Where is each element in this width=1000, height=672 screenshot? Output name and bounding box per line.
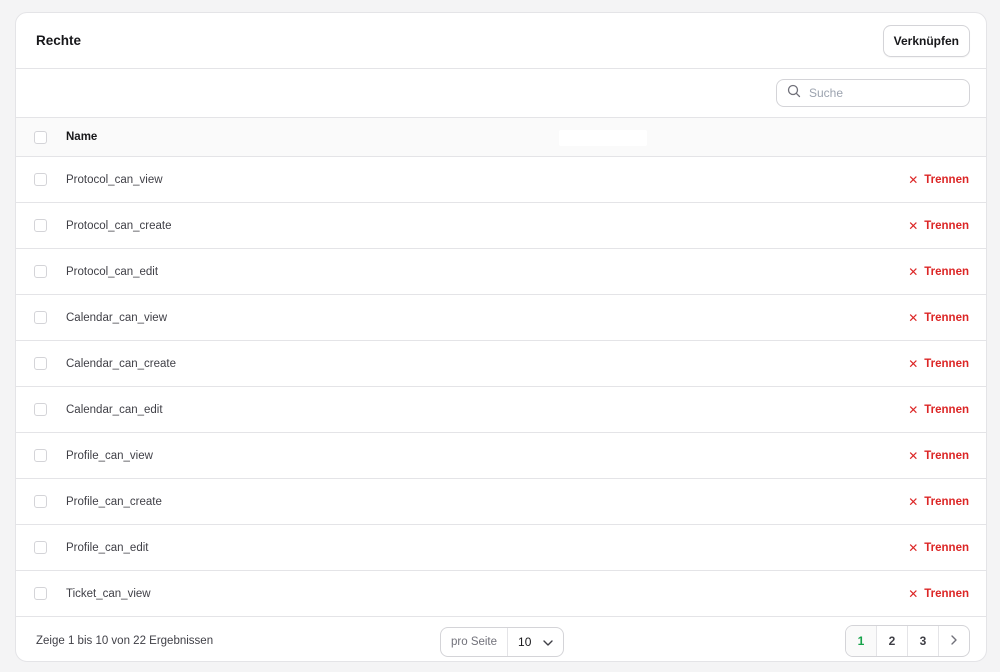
detach-button[interactable]: ✕ Trennen	[908, 541, 969, 555]
table-row[interactable]: Calendar_can_create ✕ Trennen	[16, 341, 986, 387]
search-icon	[787, 84, 801, 103]
chevron-right-icon	[951, 634, 957, 648]
table-row[interactable]: Profile_can_edit ✕ Trennen	[16, 525, 986, 571]
close-icon: ✕	[908, 402, 919, 417]
page-button-3[interactable]: 3	[908, 626, 939, 656]
pagination: 123	[845, 625, 970, 657]
chevron-down-icon	[543, 635, 554, 649]
table-body: Protocol_can_view ✕ Trennen Protocol_can_cr…	[16, 157, 986, 617]
close-icon: ✕	[908, 540, 919, 555]
detach-button[interactable]: ✕ Trennen	[908, 219, 969, 233]
table-header: Name	[16, 118, 986, 157]
close-icon: ✕	[908, 218, 919, 233]
select-all-checkbox[interactable]	[34, 130, 47, 144]
attach-button[interactable]: Verknüpfen	[882, 24, 970, 57]
table-row[interactable]: Profile_can_create ✕ Trennen	[16, 479, 986, 525]
detach-label: Trennen	[924, 495, 969, 508]
table-row[interactable]: Profile_can_view ✕ Trennen	[16, 433, 986, 479]
table-row[interactable]: Calendar_can_edit ✕ Trennen	[16, 387, 986, 433]
per-page-label: pro Seite	[441, 628, 509, 656]
close-icon: ✕	[908, 586, 919, 601]
row-name: Calendar_can_create	[66, 357, 176, 370]
table-row[interactable]: Protocol_can_create ✕ Trennen	[16, 203, 986, 249]
permissions-card: Rechte Verknüpfen Name Protocol_can_view…	[15, 12, 987, 662]
row-name: Profile_can_view	[66, 449, 153, 462]
detach-button[interactable]: ✕ Trennen	[908, 357, 969, 371]
close-icon: ✕	[908, 356, 919, 371]
row-checkbox[interactable]	[34, 173, 47, 186]
detach-label: Trennen	[924, 219, 969, 232]
detach-button[interactable]: ✕ Trennen	[908, 495, 969, 509]
column-header-name[interactable]: Name	[66, 131, 97, 143]
row-name: Calendar_can_view	[66, 311, 168, 324]
search-input[interactable]	[809, 86, 959, 100]
close-icon: ✕	[908, 310, 919, 325]
row-checkbox[interactable]	[34, 541, 47, 554]
row-name: Profile_can_edit	[66, 541, 149, 554]
close-icon: ✕	[908, 448, 919, 463]
detach-button[interactable]: ✕ Trennen	[908, 265, 969, 279]
results-summary: Zeige 1 bis 10 von 22 Ergebnissen	[36, 635, 214, 647]
row-checkbox[interactable]	[34, 357, 47, 370]
detach-label: Trennen	[924, 173, 969, 186]
detach-label: Trennen	[924, 449, 969, 462]
detach-label: Trennen	[924, 587, 969, 600]
search-box[interactable]	[776, 79, 970, 107]
detach-button[interactable]: ✕ Trennen	[908, 449, 969, 463]
row-name: Profile_can_create	[66, 495, 162, 508]
page-button-1[interactable]: 1	[846, 626, 877, 656]
detach-label: Trennen	[924, 403, 969, 416]
table-row[interactable]: Calendar_can_view ✕ Trennen	[16, 295, 986, 341]
card-title: Rechte	[36, 33, 82, 48]
card-header: Rechte Verknüpfen	[16, 13, 986, 69]
row-checkbox[interactable]	[34, 449, 47, 462]
row-checkbox[interactable]	[34, 219, 47, 232]
table-row[interactable]: Protocol_can_edit ✕ Trennen	[16, 249, 986, 295]
row-name: Protocol_can_view	[66, 173, 163, 186]
next-page-button[interactable]	[939, 626, 969, 656]
per-page-select[interactable]: 10	[508, 635, 563, 649]
row-name: Ticket_can_view	[66, 587, 151, 600]
close-icon: ✕	[908, 172, 919, 187]
detach-button[interactable]: ✕ Trennen	[908, 311, 969, 325]
detach-button[interactable]: ✕ Trennen	[908, 173, 969, 187]
row-name: Protocol_can_edit	[66, 265, 159, 278]
detach-label: Trennen	[924, 541, 969, 554]
page-button-2[interactable]: 2	[877, 626, 908, 656]
detach-button[interactable]: ✕ Trennen	[908, 403, 969, 417]
row-checkbox[interactable]	[34, 495, 47, 508]
detach-label: Trennen	[924, 311, 969, 324]
table-row[interactable]: Ticket_can_view ✕ Trennen	[16, 571, 986, 617]
table-footer: Zeige 1 bis 10 von 22 Ergebnissen pro Se…	[16, 617, 986, 661]
per-page-value: 10	[518, 635, 532, 649]
row-checkbox[interactable]	[34, 265, 47, 278]
detach-label: Trennen	[924, 265, 969, 278]
row-checkbox[interactable]	[34, 403, 47, 416]
close-icon: ✕	[908, 264, 919, 279]
row-checkbox[interactable]	[34, 311, 47, 324]
table-toolbar	[16, 69, 986, 118]
per-page-control: pro Seite 10	[440, 627, 565, 657]
header-placeholder-bar	[559, 130, 647, 146]
close-icon: ✕	[908, 494, 919, 509]
table-row[interactable]: Protocol_can_view ✕ Trennen	[16, 157, 986, 203]
row-name: Protocol_can_create	[66, 219, 172, 232]
row-name: Calendar_can_edit	[66, 403, 163, 416]
detach-button[interactable]: ✕ Trennen	[908, 587, 969, 601]
row-checkbox[interactable]	[34, 587, 47, 600]
detach-label: Trennen	[924, 357, 969, 370]
